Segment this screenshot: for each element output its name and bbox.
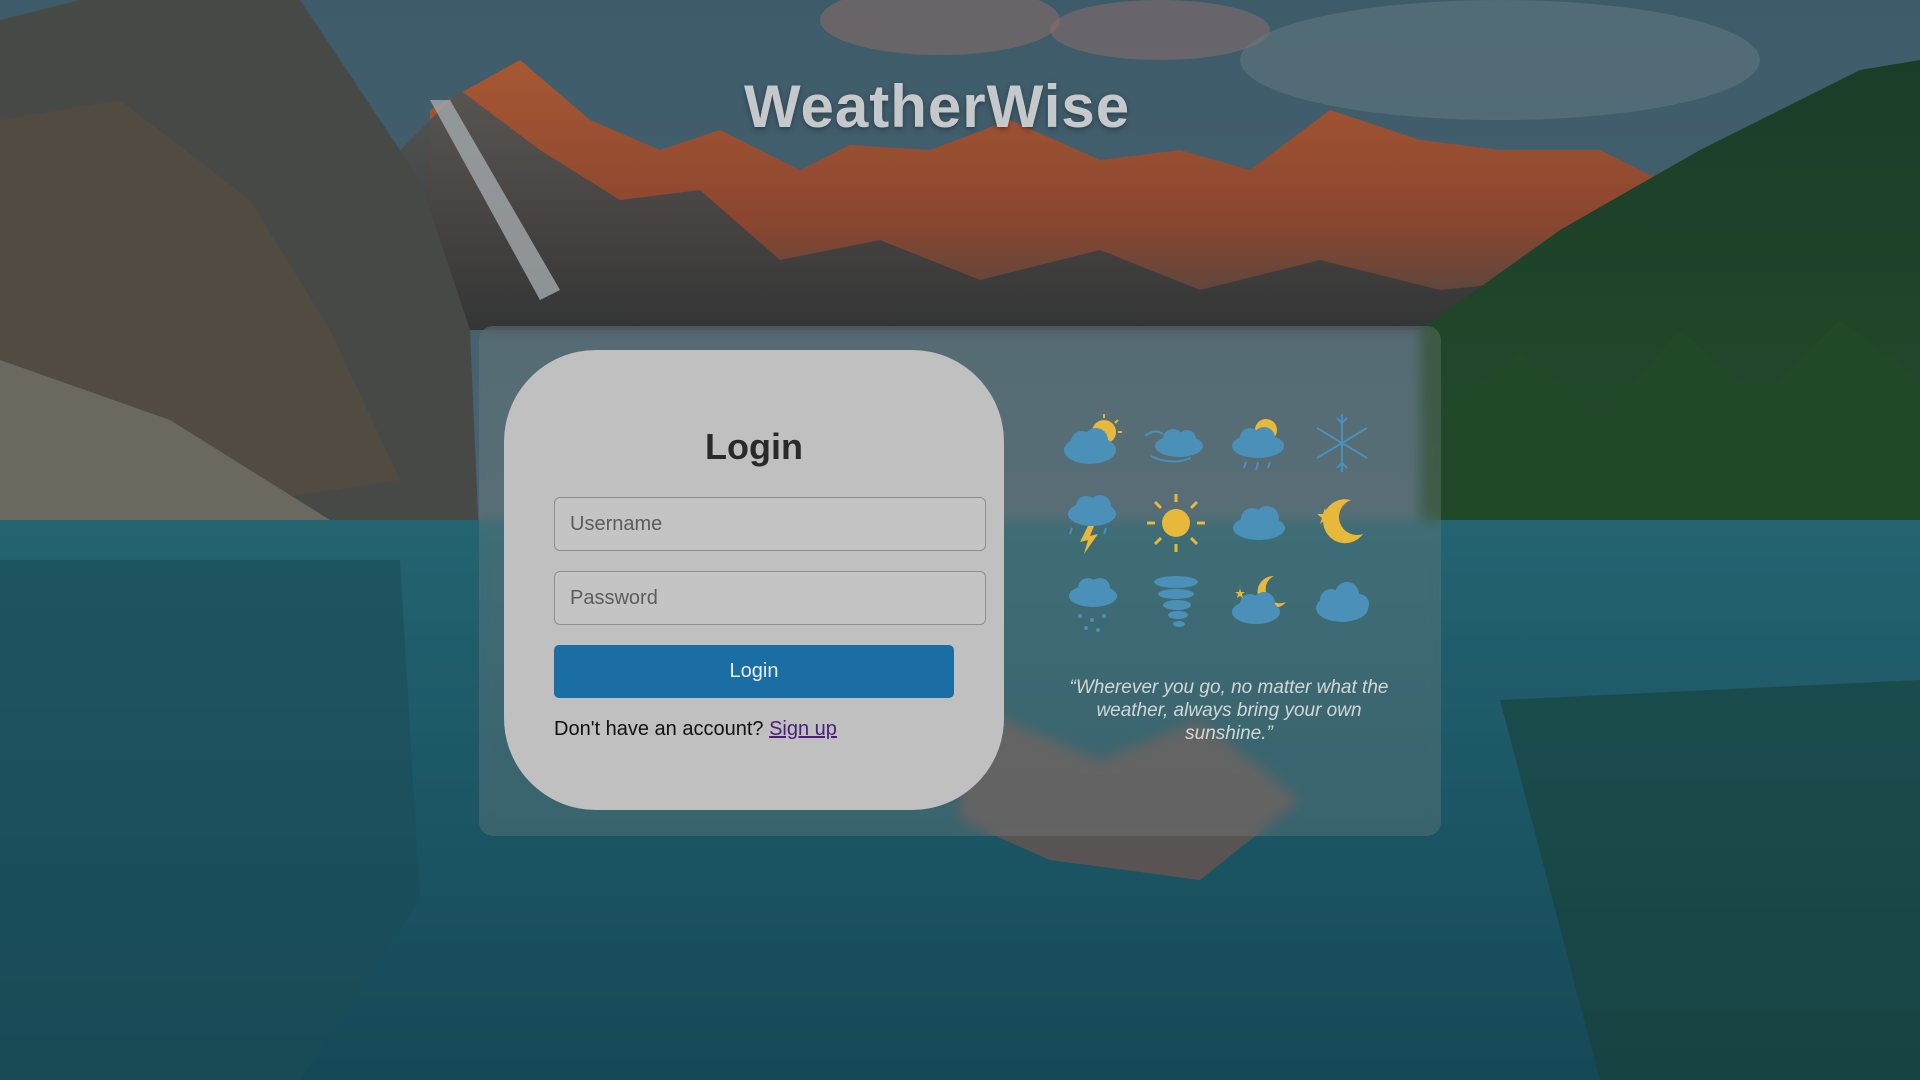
login-button[interactable]: Login [554, 645, 954, 698]
weather-icon-grid [1058, 408, 1398, 638]
signup-row: Don't have an account? Sign up [554, 718, 837, 741]
signup-link[interactable]: Sign up [769, 718, 837, 740]
tornado-icon [1141, 568, 1211, 638]
login-heading: Login [705, 426, 803, 467]
night-cloud-icon [1224, 568, 1294, 638]
fog-cloud-icon [1307, 568, 1377, 638]
partly-sunny-cloud-icon [1058, 408, 1128, 478]
thunderstorm-icon [1058, 488, 1128, 558]
snowflake-icon [1307, 408, 1377, 478]
password-input[interactable] [554, 571, 986, 625]
snow-cloud-icon [1058, 568, 1128, 638]
windy-cloud-icon [1141, 408, 1211, 478]
signup-prompt: Don't have an account? [554, 718, 764, 740]
username-input[interactable] [554, 497, 986, 551]
app-title: WeatherWise [744, 73, 1131, 140]
moon-stars-icon [1307, 488, 1377, 558]
sun-icon [1141, 488, 1211, 558]
weather-quote: “Wherever you go, no matter what the wea… [1069, 677, 1389, 744]
login-card: Login Login Don't have an account? Sign … [504, 350, 1004, 810]
login-page: WeatherWise Login Login Don't have an ac… [0, 0, 1920, 1080]
sun-rain-cloud-icon [1224, 408, 1294, 478]
cloud-icon [1224, 488, 1294, 558]
